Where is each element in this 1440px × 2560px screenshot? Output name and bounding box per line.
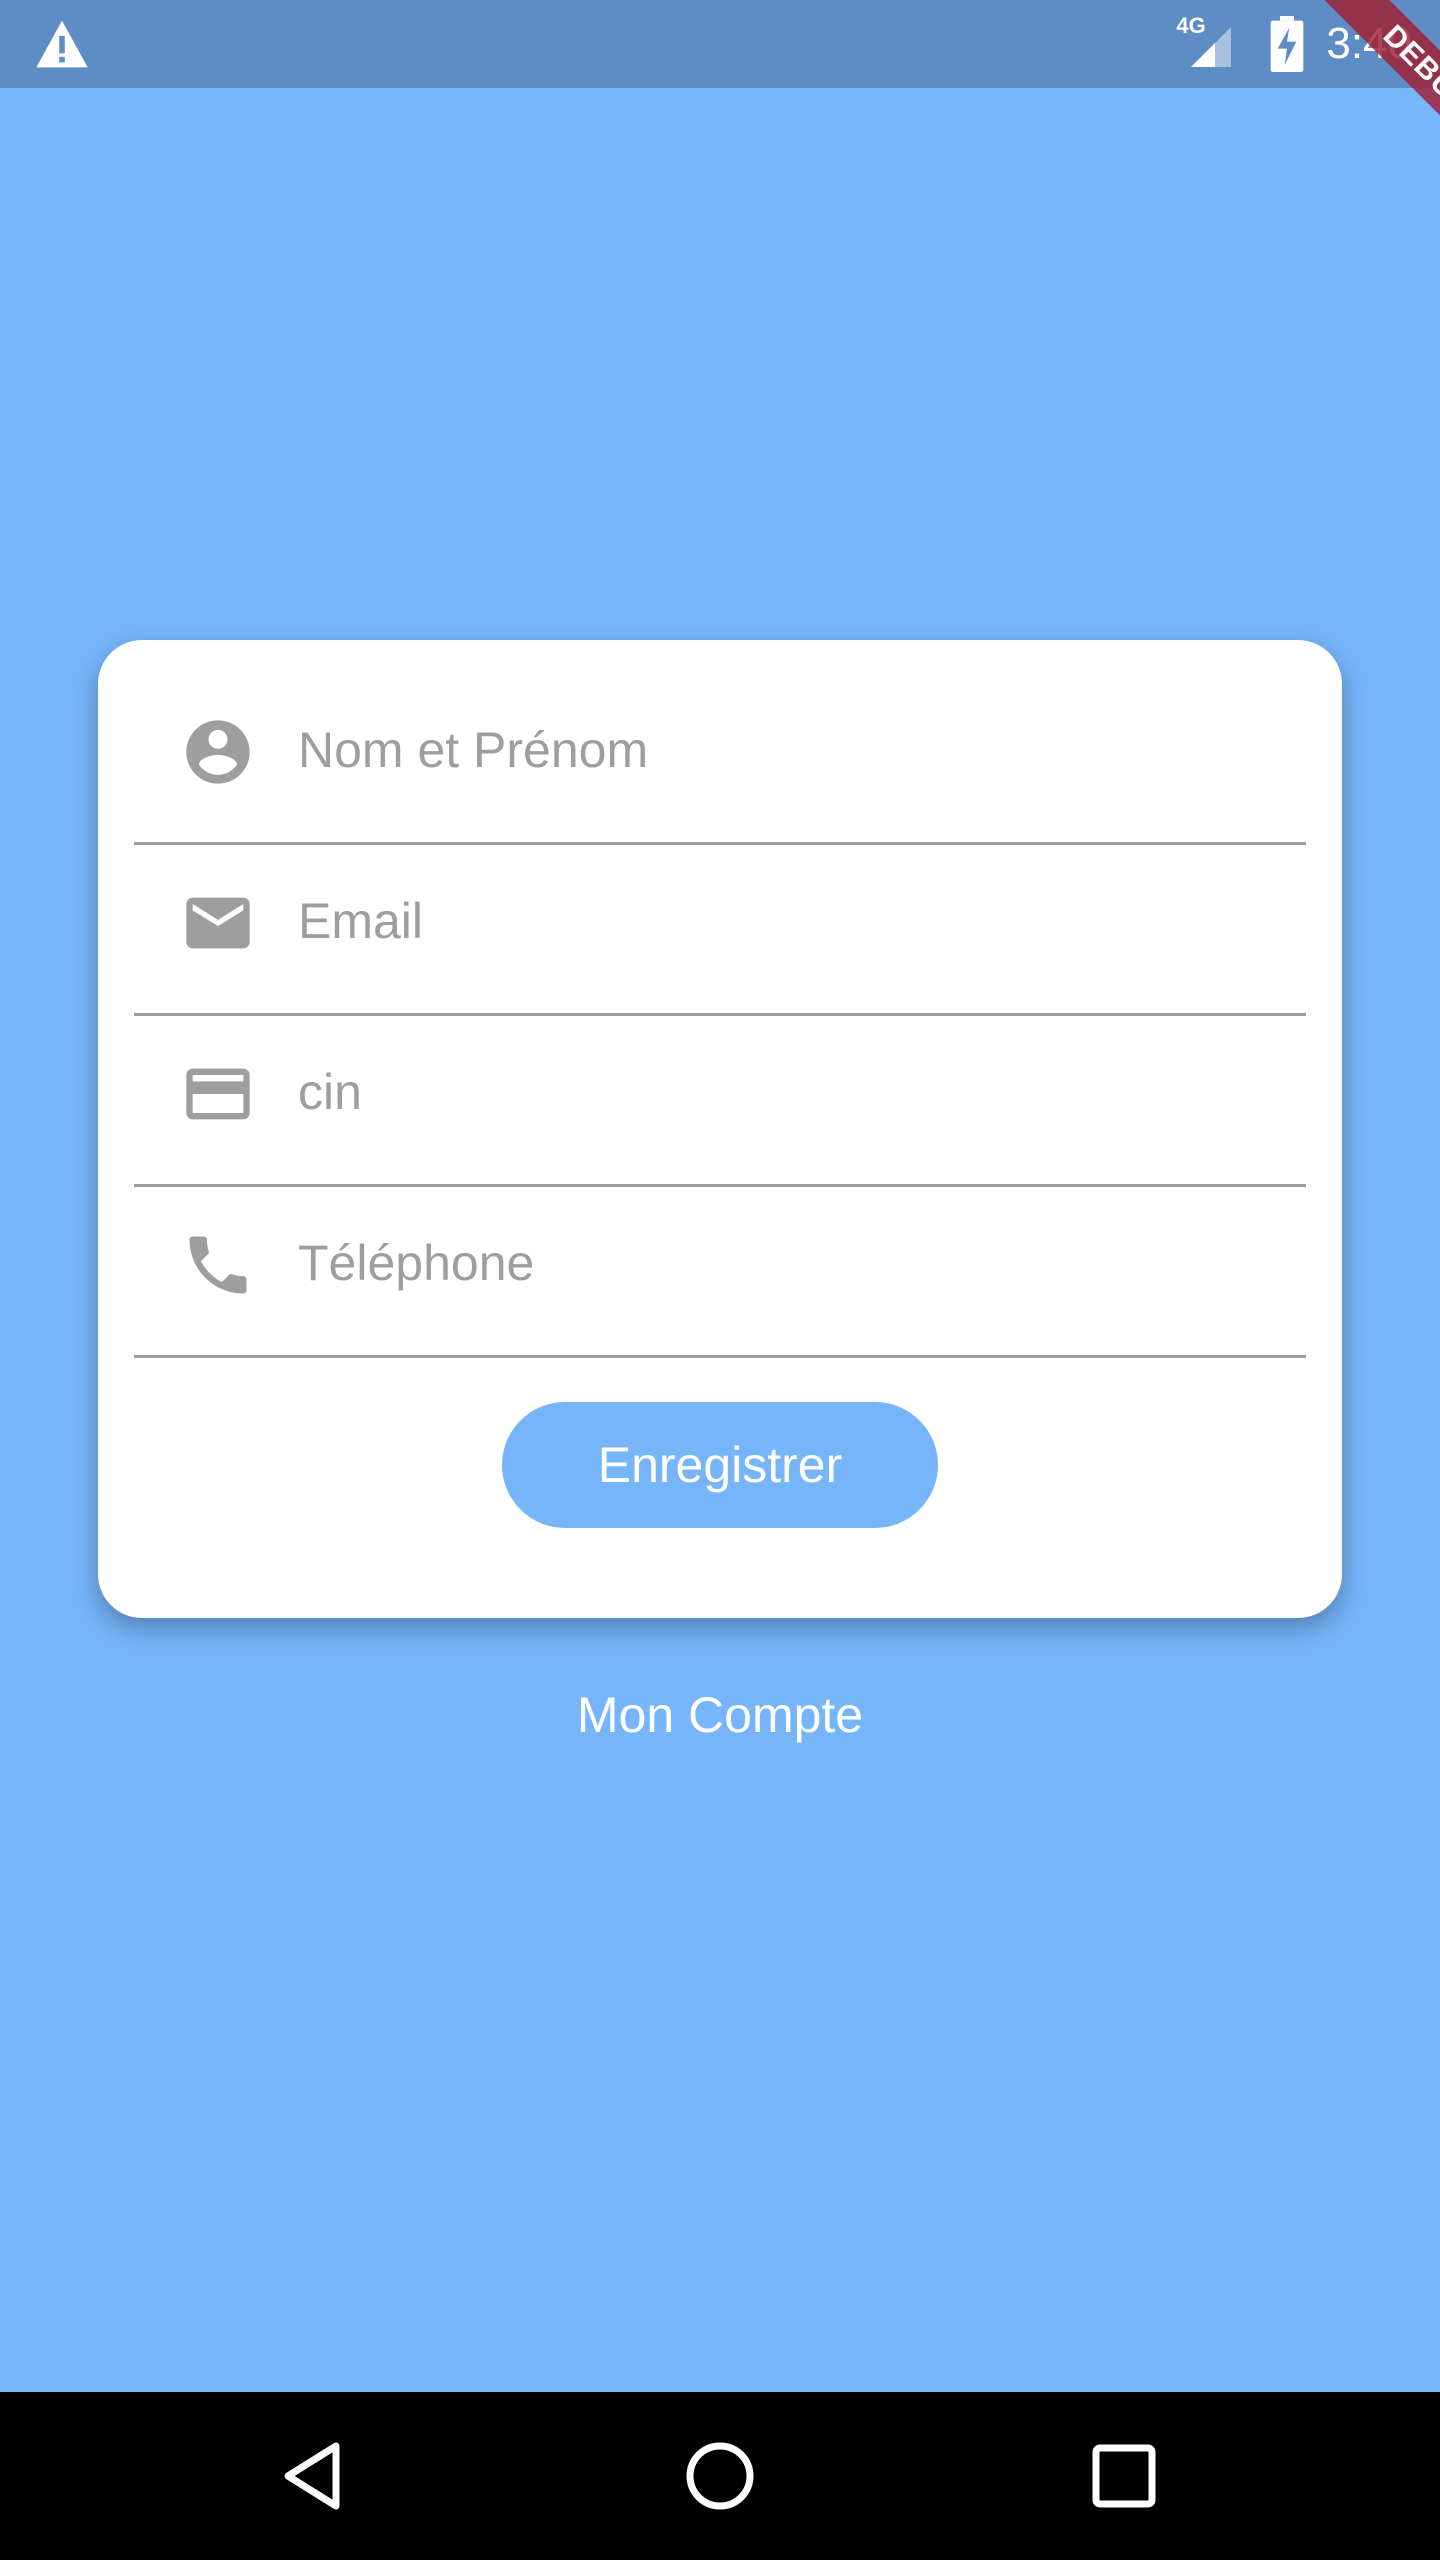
battery-charging-icon	[1271, 16, 1304, 72]
name-field	[134, 640, 1306, 845]
signal-icon	[1191, 27, 1232, 67]
email-field	[134, 845, 1306, 1016]
recents-icon[interactable]	[1084, 2436, 1164, 2516]
name-input[interactable]	[298, 710, 1278, 790]
warning-icon	[36, 20, 88, 68]
register-button[interactable]: Enregistrer	[502, 1402, 938, 1528]
status-time: 3:40	[1326, 19, 1412, 68]
cin-input[interactable]	[298, 1052, 1278, 1132]
status-indicators: 4G 3:40	[1176, 0, 1412, 88]
status-bar: 4G 3:40	[0, 0, 1440, 88]
email-icon	[186, 897, 250, 949]
navigation-bar	[0, 2392, 1440, 2560]
my-account-link[interactable]: Mon Compte	[0, 1686, 1440, 1744]
network-indicator: 4G	[1176, 13, 1236, 71]
back-icon[interactable]	[276, 2436, 356, 2516]
cin-field	[134, 1016, 1306, 1187]
account-circle-icon	[186, 720, 250, 784]
registration-card: Enregistrer	[98, 640, 1342, 1618]
phone-input[interactable]	[298, 1223, 1278, 1303]
email-input[interactable]	[298, 881, 1278, 961]
credit-card-icon	[186, 1068, 250, 1120]
home-icon[interactable]	[680, 2436, 760, 2516]
phone-icon	[189, 1236, 247, 1294]
phone-field	[134, 1187, 1306, 1358]
